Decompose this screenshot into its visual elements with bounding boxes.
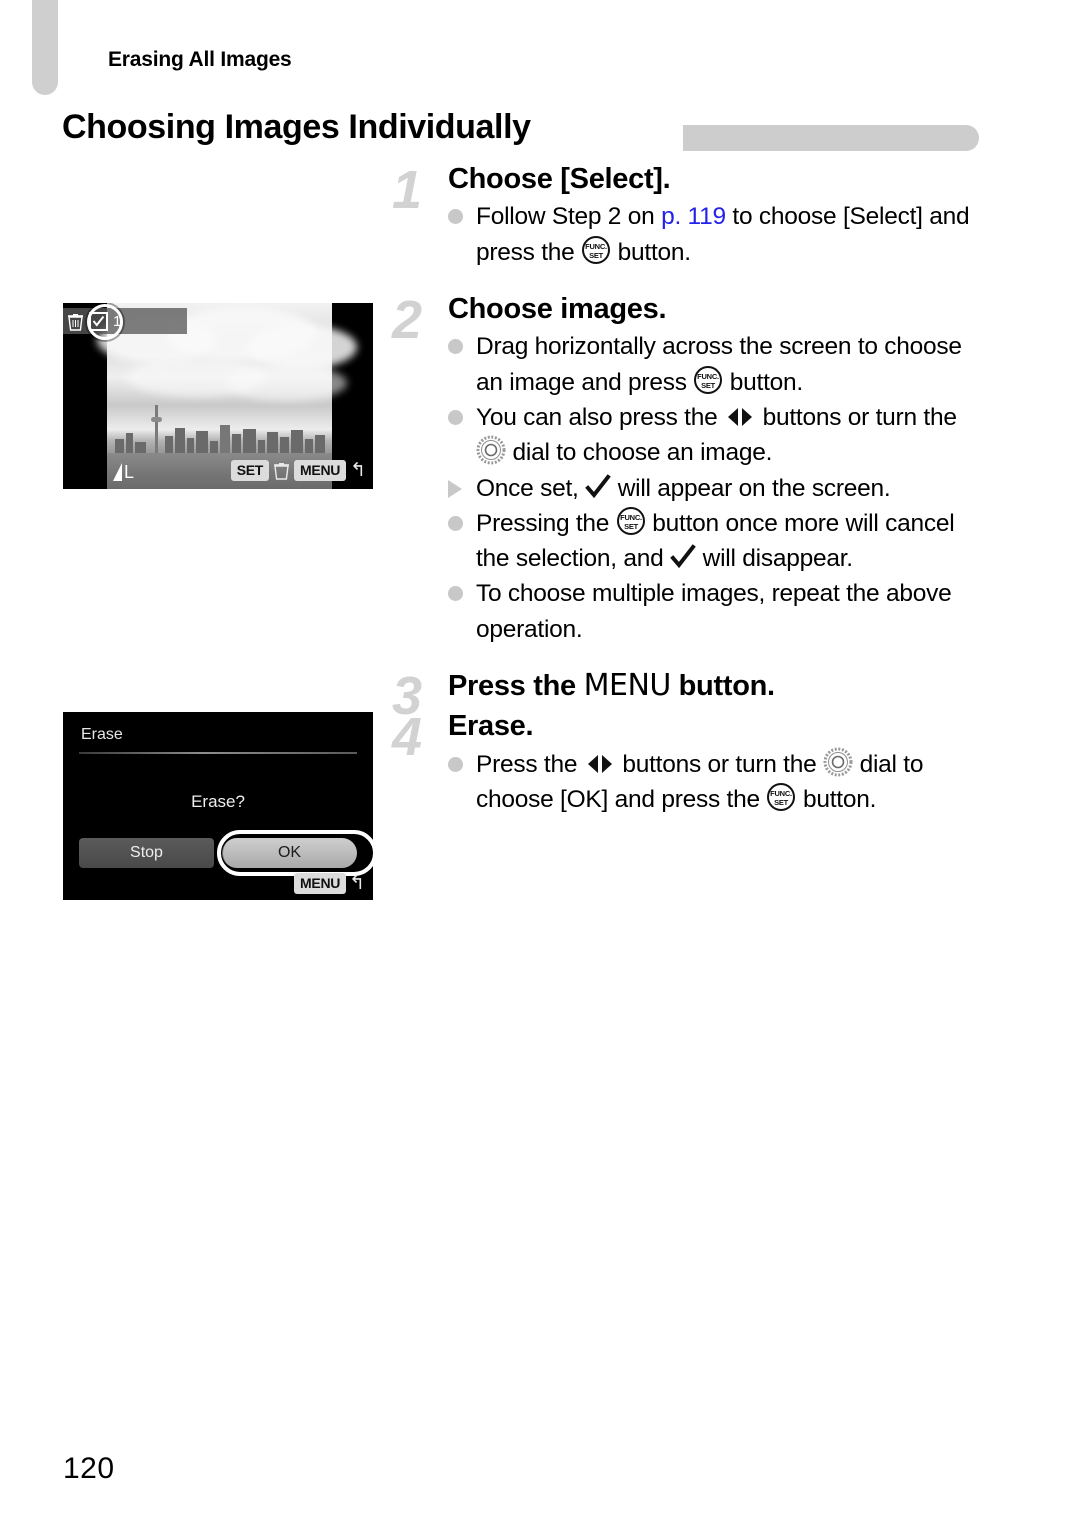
svg-text:SET: SET	[774, 798, 789, 807]
func-set-icon: FUNC.SET	[616, 506, 645, 535]
left-right-buttons-icon	[587, 754, 612, 773]
stop-button[interactable]: Stop	[79, 838, 214, 868]
quality-label: L	[124, 462, 135, 482]
bullet-text-b: button.	[723, 368, 803, 396]
step-heading: Press the MENU button.	[448, 669, 992, 703]
svg-text:SET: SET	[701, 381, 716, 390]
checkmark-icon	[585, 473, 611, 498]
bullet-text-b: buttons or turn the	[615, 750, 824, 778]
step-bullets: Drag horizontally across the screen to c…	[448, 329, 992, 646]
step-4: 4 Erase. Press the buttons or turn the d…	[392, 710, 992, 817]
bullet-dot-icon	[448, 410, 463, 425]
bullet-text-a: You can also press the	[476, 404, 725, 431]
menu-key[interactable]: MENU	[294, 873, 347, 894]
bullet-text-c: will disappear.	[696, 545, 853, 573]
dialog-menu-hint: MENU ↰	[294, 873, 365, 894]
func-set-icon: FUNC.SET	[767, 783, 796, 812]
left-right-buttons-icon	[728, 408, 753, 426]
control-dial-icon	[476, 435, 506, 465]
bullet-text-b: buttons or turn the	[756, 404, 957, 431]
selection-badge: 1	[63, 308, 187, 334]
step-heading-a: Press the	[448, 669, 584, 702]
screen-button-bar: SET MENU ↰	[230, 460, 366, 482]
bullet-text-d: button.	[611, 238, 691, 266]
bullet-text-a: To choose multiple images, repeat the ab…	[476, 580, 952, 643]
bullet-text-a: Once set,	[476, 474, 586, 502]
bullet-text-d: button.	[796, 786, 877, 814]
running-head: Erasing All Images	[108, 48, 292, 71]
triangle-bullet-icon	[448, 479, 462, 498]
dialog-message: Erase?	[191, 792, 245, 811]
bullet-item: Pressing the FUNC. SET button once more w…	[448, 506, 992, 577]
title-rule-bar	[683, 125, 979, 151]
bullet-text-a: Pressing the	[476, 509, 616, 537]
svg-text:SET: SET	[624, 522, 639, 531]
svg-text:SET: SET	[589, 251, 604, 260]
highlight-ring	[87, 304, 123, 340]
step-bullets: Follow Step 2 on p. 119 to choose [Selec…	[448, 199, 992, 270]
bullet-text-c: dial to choose an image.	[506, 439, 773, 467]
menu-key[interactable]: MENU	[294, 460, 347, 481]
step-heading: Choose [Select].	[448, 163, 671, 195]
bullet-text-a: Press the	[476, 750, 584, 778]
set-key[interactable]: SET	[230, 460, 270, 481]
func-set-icon: FUNC.SET	[694, 365, 723, 394]
step-heading: Erase.	[448, 710, 534, 743]
svg-text:FUNC.: FUNC.	[585, 242, 607, 251]
step-3: 3 Press the MENU button.	[392, 669, 992, 723]
selection-highlight-ring	[217, 830, 373, 876]
bullet-item: Once set, will appear on the screen.	[448, 471, 992, 506]
step-number: 4	[392, 707, 423, 768]
bullet-item: You can also press the buttons or turn t…	[448, 400, 992, 471]
bullet-item: Press the buttons or turn the dial to ch…	[448, 747, 992, 818]
page-number: 120	[63, 1452, 115, 1485]
section-title-row: Choosing Images Individually	[62, 108, 982, 158]
bullet-text-b: to choose [Select]	[725, 203, 923, 231]
bullet-dot-icon	[448, 339, 463, 355]
image-quality-indicator: L	[113, 463, 134, 481]
back-arrow-icon: ↰	[350, 460, 366, 482]
bullet-text-b: will appear on the screen.	[611, 474, 891, 502]
instruction-steps: 1 Choose [Select]. Follow Step 2 on p. 1…	[392, 163, 992, 817]
dialog-title: Erase	[81, 726, 123, 743]
svg-text:FUNC.: FUNC.	[697, 372, 719, 381]
step-1: 1 Choose [Select]. Follow Step 2 on p. 1…	[392, 163, 992, 281]
skyline	[107, 405, 332, 455]
page-title: Choosing Images Individually	[62, 108, 531, 146]
dialog-divider	[79, 752, 357, 754]
bullet-dot-icon	[448, 515, 463, 531]
step-2: 2 Choose images. Drag horizontally acros…	[392, 293, 992, 647]
bullet-item: Drag horizontally across the screen to c…	[448, 329, 992, 400]
checkmark-icon	[670, 544, 696, 569]
svg-text:FUNC.: FUNC.	[771, 789, 793, 798]
step-heading-b: button.	[670, 669, 775, 702]
trash-icon	[274, 463, 290, 480]
back-arrow-icon: ↰	[349, 873, 365, 895]
step-number: 2	[392, 290, 423, 350]
bullet-dot-icon	[448, 756, 463, 772]
image-select-screen: 1 L SET MENU ↰	[63, 303, 373, 489]
chapter-tab	[32, 0, 58, 95]
erase-confirm-screen: Erase Erase? Stop OK MENU ↰	[63, 712, 373, 900]
menu-button-icon: MENU	[583, 667, 672, 703]
control-dial-icon	[823, 747, 853, 777]
step-heading: Choose images.	[448, 293, 667, 325]
bullet-dot-icon	[448, 586, 463, 602]
bullet-dot-icon	[448, 209, 463, 225]
trash-icon	[68, 313, 83, 331]
bullet-item: To choose multiple images, repeat the ab…	[448, 576, 992, 647]
func-set-icon: FUNC.SET	[582, 235, 611, 264]
bullet-item: Follow Step 2 on p. 119 to choose [Selec…	[448, 199, 992, 270]
step-bullets: Press the buttons or turn the dial to ch…	[448, 747, 992, 818]
svg-text:FUNC.: FUNC.	[620, 513, 642, 522]
step-number: 1	[392, 160, 423, 220]
page-link[interactable]: p. 119	[661, 203, 726, 230]
bullet-text-a: Follow Step 2 on	[476, 203, 662, 231]
